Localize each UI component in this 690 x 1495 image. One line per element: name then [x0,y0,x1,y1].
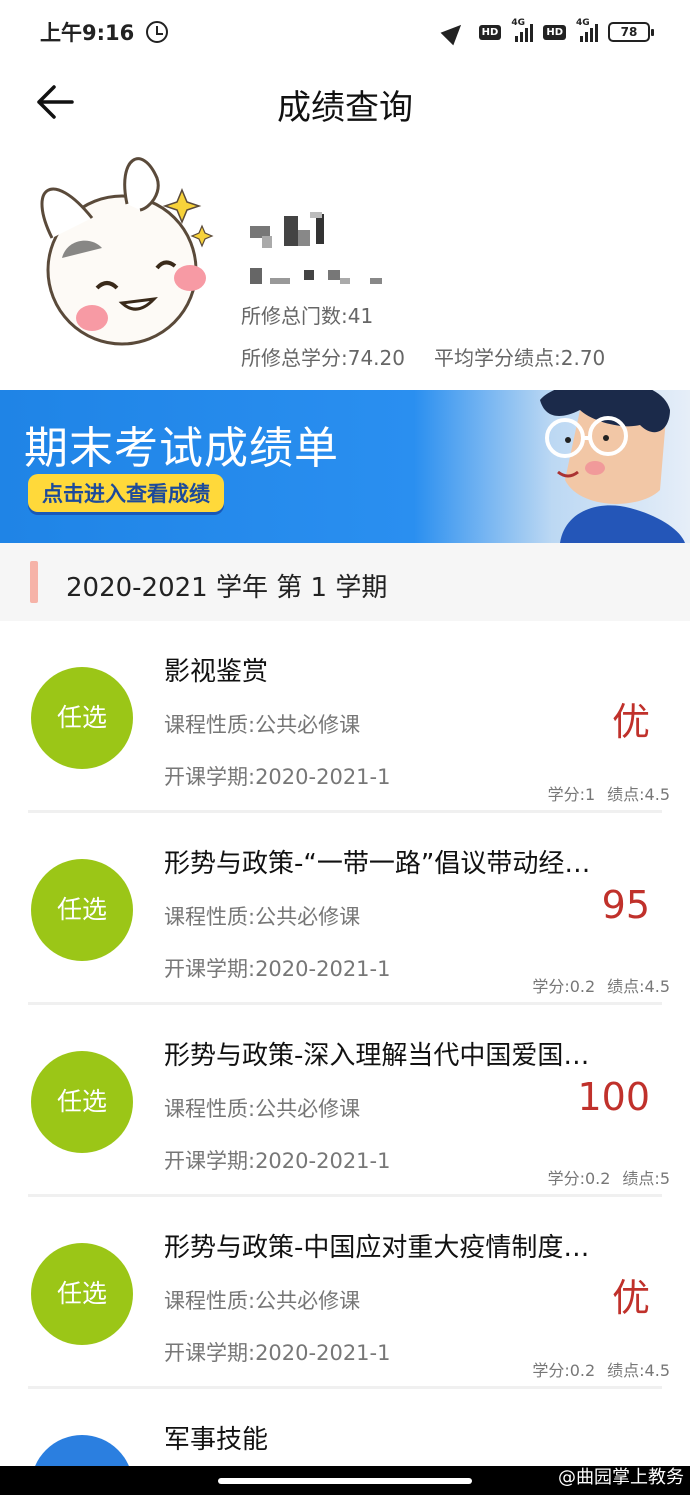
banner-title: 期末考试成绩单 [24,423,339,474]
course-score: 95 [601,883,650,927]
course-term: 开课学期:2020-2021-1 [164,957,391,981]
course-score: 100 [577,1075,650,1119]
name-redacted [250,212,324,248]
course-category-badge: 任选 [31,859,133,961]
status-indicators: HD 4G HD 4G 78 [440,18,654,46]
course-category-badge [31,1435,133,1466]
student-illustration-icon [540,390,685,543]
semester-accent-bar [30,561,38,603]
hd-badge-2: HD [543,24,566,40]
app-header: 成绩查询 [0,64,690,140]
status-time: 上午9:16 [40,21,135,45]
signal-icon-2: 4G [576,18,598,42]
course-category-badge: 任选 [31,1243,133,1345]
average-gpa: 平均学分绩点:2.70 [434,346,606,370]
network-label-1: 4G [511,18,525,28]
course-name: 形势与政策-中国应对重大疫情制度… [164,1233,590,1263]
course-gpa: 绩点:4.5 [607,785,670,804]
course-category-badge: 任选 [31,667,133,769]
status-bar: 上午9:16 HD 4G HD 4G 78 [0,0,690,64]
course-item[interactable]: 任选 影视鉴赏 课程性质:公共必修课 开课学期:2020-2021-1 优 学分… [0,621,690,813]
course-type: 课程性质:公共必修课 [164,713,361,737]
course-credit-gpa: 学分:0.2 绩点:4.5 [532,973,670,997]
course-gpa: 绩点:4.5 [607,977,670,996]
student-id-redacted [250,268,382,284]
hd-badge-1: HD [478,24,502,40]
course-credit: 学分:0.2 [532,977,596,996]
course-name: 影视鉴赏 [164,657,269,687]
signal-icon-1: 4G [511,18,534,42]
course-term: 开课学期:2020-2021-1 [164,1149,391,1173]
course-gpa: 绩点:4.5 [607,1361,670,1380]
page-title: 成绩查询 [277,88,413,128]
course-term: 开课学期:2020-2021-1 [164,765,391,789]
course-type: 课程性质:公共必修课 [164,1097,361,1121]
exam-results-banner[interactable]: 期末考试成绩单 点击进入查看成绩 [0,390,690,543]
semester-header: 2020-2021 学年 第 1 学期 [0,543,690,621]
course-credit-gpa: 学分:0.2 绩点:5 [548,1165,670,1189]
watermark: @曲园掌上教务 [558,1467,684,1488]
course-name: 形势与政策-深入理解当代中国爱国… [164,1041,590,1071]
network-label-2: 4G [576,18,590,28]
course-term: 开课学期:2020-2021-1 [164,1341,391,1365]
profile-section: 所修总门数:41 所修总学分:74.20 平均学分绩点:2.70 [0,140,690,390]
course-name: 军事技能 [164,1425,269,1455]
course-item[interactable]: 军事技能 [0,1389,690,1466]
avatar[interactable] [22,148,222,348]
course-score: 优 [611,1276,650,1320]
semester-label: 2020-2021 学年 第 1 学期 [66,573,388,603]
view-results-button[interactable]: 点击进入查看成绩 [28,474,224,512]
course-category-badge: 任选 [31,1051,133,1153]
alarm-icon [146,21,169,43]
course-name: 形势与政策-“一带一路”倡议带动经… [164,849,591,879]
course-score: 优 [611,700,650,744]
course-item[interactable]: 任选 形势与政策-中国应对重大疫情制度… 课程性质:公共必修课 开课学期:202… [0,1197,690,1389]
battery-icon: 78 [608,22,654,42]
course-credit-gpa: 学分:0.2 绩点:4.5 [532,1357,670,1381]
course-credit: 学分:0.2 [547,1169,611,1188]
course-gpa: 绩点:5 [622,1169,670,1188]
total-credits: 所修总学分:74.20 [241,346,405,370]
course-credit: 学分:1 [547,785,596,804]
home-indicator[interactable] [218,1478,472,1484]
course-credit: 学分:0.2 [532,1361,596,1380]
course-item[interactable]: 任选 形势与政策-“一带一路”倡议带动经… 课程性质:公共必修课 开课学期:20… [0,813,690,1005]
course-type: 课程性质:公共必修课 [164,1289,361,1313]
course-credit-gpa: 学分:1 绩点:4.5 [548,781,670,805]
course-type: 课程性质:公共必修课 [164,905,361,929]
location-arrow-icon [440,18,468,46]
course-item[interactable]: 任选 形势与政策-深入理解当代中国爱国… 课程性质:公共必修课 开课学期:202… [0,1005,690,1197]
total-courses: 所修总门数:41 [241,304,374,328]
